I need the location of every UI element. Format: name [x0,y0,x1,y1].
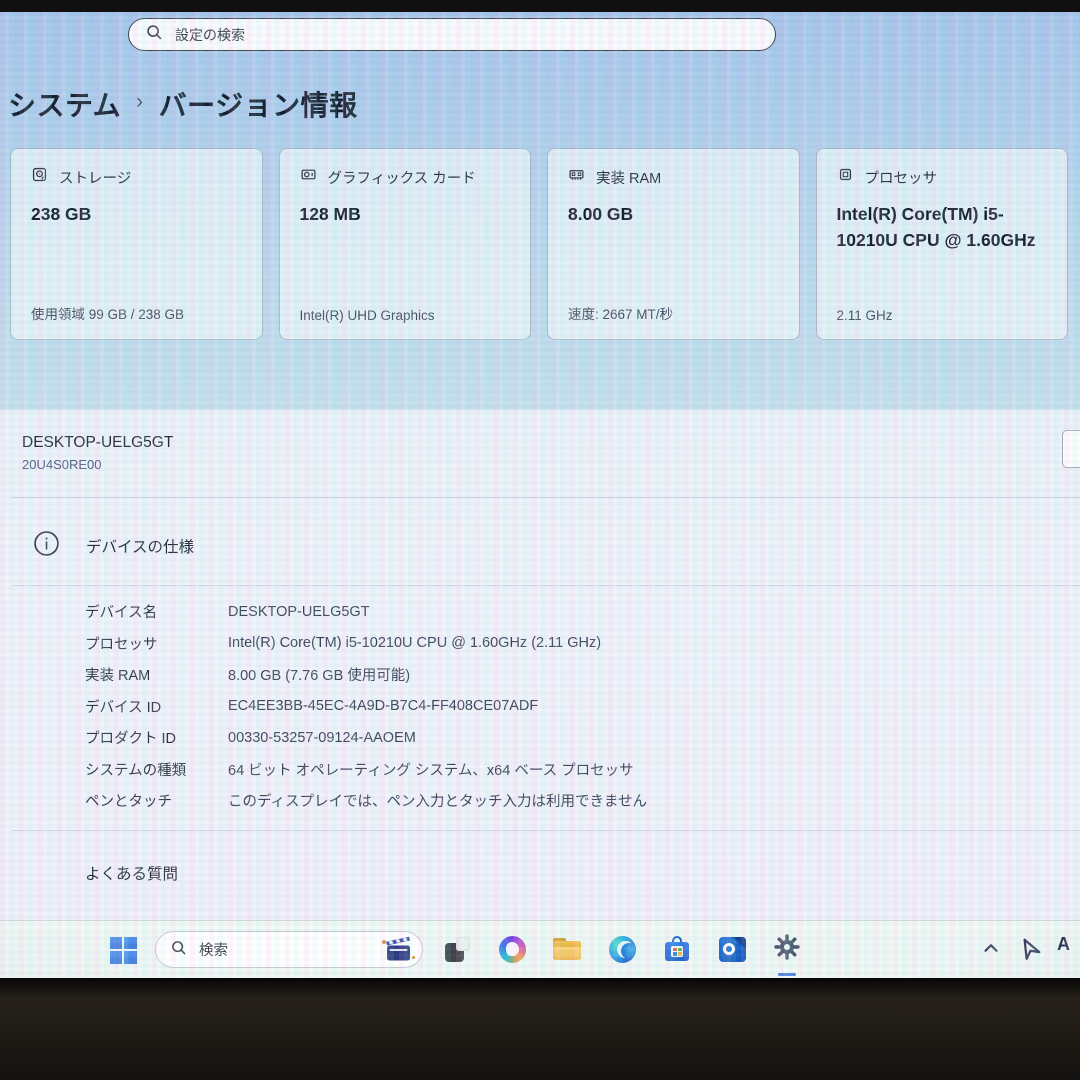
settings-window: 設定の検索 システム › バージョン情報 ストレージ 238 GB 使用領域 9… [0,12,1080,978]
device-name: DESKTOP-UELG5GT [22,434,173,452]
page-title: バージョン情報 [159,84,358,124]
about-panel: DESKTOP-UELG5GT 20U4S0RE00 デバイスの仕様 デバイス名… [0,410,1080,932]
card-label: プロセッサ [865,167,938,188]
card-value: 128 MB [300,201,511,227]
summary-cards: ストレージ 238 GB 使用領域 99 GB / 238 GB グラフィックス… [10,148,1068,340]
processor-card[interactable]: プロセッサ Intel(R) Core(TM) i5-10210U CPU @ … [816,148,1069,340]
laptop-bezel-top [0,0,1080,12]
spec-row-pen-touch: ペンとタッチ このディスプレイでは、ペン入力とタッチ入力は利用できません [85,785,1064,817]
spec-row-system-type: システムの種類 64 ビット オペレーティング システム、x64 ベース プロセ… [85,754,1064,786]
divider [12,830,1080,831]
card-caption: 使用領域 99 GB / 238 GB [31,303,242,323]
card-label: ストレージ [59,167,131,188]
faq-section[interactable]: よくある質問 [85,862,178,884]
storage-icon [31,166,48,188]
system-tray: A [0,921,1080,978]
card-value: 8.00 GB [568,201,779,227]
device-specs-header[interactable]: デバイスの仕様 [33,528,194,564]
breadcrumb-system[interactable]: システム [8,84,121,124]
settings-search-input[interactable]: 設定の検索 [128,18,776,51]
taskbar: 検索 [0,920,1080,978]
device-specs-title: デバイスの仕様 [86,535,194,557]
spec-row-device-name: デバイス名 DESKTOP-UELG5GT [85,596,1064,628]
spec-row-ram: 実装 RAM 8.00 GB (7.76 GB 使用可能) [85,659,1064,691]
spec-row-device-id: デバイス ID EC4EE3BB-45EC-4A9D-B7C4-FF408CE0… [85,691,1064,723]
info-icon [33,530,60,562]
settings-search-placeholder: 設定の検索 [175,25,245,45]
device-specs-table: デバイス名 DESKTOP-UELG5GT プロセッサ Intel(R) Cor… [85,596,1064,817]
ime-mode-indicator[interactable]: A [1057,934,1080,955]
storage-card[interactable]: ストレージ 238 GB 使用領域 99 GB / 238 GB [10,148,263,340]
device-name-block: DESKTOP-UELG5GT 20U4S0RE00 [22,434,173,472]
cpu-icon [837,166,854,188]
breadcrumb: システム › バージョン情報 [8,84,358,124]
card-caption: Intel(R) UHD Graphics [300,308,511,323]
divider [12,497,1080,498]
ram-icon [568,166,585,188]
pointer-arrow-icon[interactable] [1014,933,1044,963]
rename-device-button[interactable] [1062,430,1080,468]
card-label: グラフィックス カード [328,167,476,188]
device-model: 20U4S0RE00 [22,457,173,472]
card-label: 実装 RAM [596,167,661,188]
laptop-bezel-bottom [0,978,1080,1080]
card-value: 238 GB [31,201,242,227]
ram-card[interactable]: 実装 RAM 8.00 GB 速度: 2667 MT/秒 [547,148,800,340]
graphics-card-icon [300,166,317,188]
breadcrumb-separator: › [136,90,144,114]
card-caption: 速度: 2667 MT/秒 [568,303,779,323]
card-value: Intel(R) Core(TM) i5-10210U CPU @ 1.60GH… [837,201,1048,254]
search-icon [145,23,163,46]
graphics-card[interactable]: グラフィックス カード 128 MB Intel(R) UHD Graphics [279,148,532,340]
divider [12,585,1080,586]
chevron-up-icon[interactable] [978,935,1004,961]
spec-row-product-id: プロダクト ID 00330-53257-09124-AAOEM [85,722,1064,754]
card-caption: 2.11 GHz [837,308,1048,323]
spec-row-processor: プロセッサ Intel(R) Core(TM) i5-10210U CPU @ … [85,628,1064,660]
